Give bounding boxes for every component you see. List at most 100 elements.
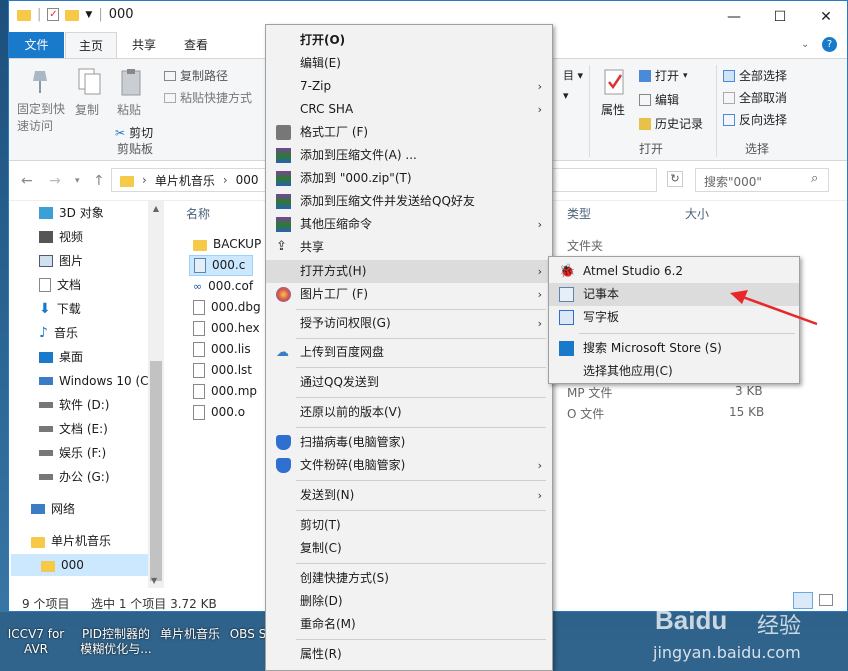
paste-button[interactable]: 粘贴 xyxy=(117,101,141,118)
submenu-item-choose-app[interactable]: 选择其他应用(C) xyxy=(549,360,799,383)
back-arrow-icon[interactable]: ← xyxy=(21,173,33,189)
list-item[interactable]: 000.lis xyxy=(193,339,251,360)
menu-item-other-compress[interactable]: 其他压缩命令 › xyxy=(266,213,552,236)
desktop-shortcut[interactable]: PID控制器的 模糊优化与... xyxy=(76,627,156,657)
forward-arrow-icon[interactable]: → xyxy=(49,173,61,189)
properties-check-icon[interactable]: ✓ xyxy=(47,8,60,21)
nav-item-downloads[interactable]: ⬇ 下载 xyxy=(39,298,81,320)
cut-button[interactable]: ✂ 剪切 xyxy=(115,124,153,141)
help-button[interactable]: ? xyxy=(822,37,837,52)
menu-item-cut[interactable]: 剪切(T) xyxy=(266,514,552,537)
select-all-button[interactable]: 全部选择 xyxy=(723,67,787,84)
nav-item-network[interactable]: 网络 xyxy=(31,498,75,520)
menu-item-format-factory[interactable]: 格式工厂 (F) xyxy=(266,121,552,144)
up-arrow-icon[interactable]: ↑ xyxy=(93,173,105,189)
submenu-item-atmel-studio[interactable]: 🐞 Atmel Studio 6.2 xyxy=(549,260,799,283)
column-header-size[interactable]: 大小 xyxy=(685,205,709,222)
paste-shortcut-button[interactable]: 粘贴快捷方式 xyxy=(164,89,252,106)
close-button[interactable]: ✕ xyxy=(803,1,847,32)
nav-item-documents[interactable]: 文档 xyxy=(39,274,81,296)
tab-file[interactable]: 文件 xyxy=(9,32,64,58)
menu-item-restore-versions[interactable]: 还原以前的版本(V) xyxy=(266,401,552,424)
desktop-shortcut[interactable]: OBS S xyxy=(228,627,268,642)
menu-item-open[interactable]: 打开(O) xyxy=(266,29,552,52)
menu-item-rename[interactable]: 重命名(M) xyxy=(266,613,552,636)
menu-item-picture-factory[interactable]: 图片工厂 (F) › xyxy=(266,283,552,306)
minimize-button[interactable]: — xyxy=(711,1,757,32)
tab-view[interactable]: 查看 xyxy=(184,32,208,58)
pin-quick-access-button[interactable]: 固定到快速访问 xyxy=(17,101,69,135)
maximize-button[interactable]: ☐ xyxy=(757,1,803,32)
column-header-type[interactable]: 类型 xyxy=(567,205,591,222)
nav-item-drive-g[interactable]: 办公 (G:) xyxy=(39,466,110,488)
menu-item-add-to-archive[interactable]: 添加到压缩文件(A) ... xyxy=(266,144,552,167)
menu-item-send-to[interactable]: 发送到(N) › xyxy=(266,484,552,507)
menu-item-shred-file[interactable]: 文件粉碎(电脑管家) › xyxy=(266,454,552,477)
recent-chevron-icon[interactable]: ▾ xyxy=(75,176,80,186)
history-button[interactable]: 历史记录 xyxy=(639,115,703,132)
menu-item-crc-sha[interactable]: CRC SHA › xyxy=(266,98,552,121)
submenu-item-store-search[interactable]: 搜索 Microsoft Store (S) xyxy=(549,337,799,360)
nav-item-music[interactable]: ♪ 音乐 xyxy=(39,322,78,344)
nav-item-videos[interactable]: 视频 xyxy=(39,226,83,248)
list-item[interactable]: ∞ 000.cof xyxy=(193,276,253,297)
scroll-up-icon[interactable]: ▲ xyxy=(148,204,164,213)
menu-item-send-via-qq[interactable]: 通过QQ发送到 xyxy=(266,371,552,394)
nav-item-desktop[interactable]: 桌面 xyxy=(39,346,83,368)
breadcrumb-item[interactable]: 000 xyxy=(236,173,259,187)
nav-item-drive-c[interactable]: Windows 10 (C xyxy=(39,370,149,392)
nav-item-drive-d[interactable]: 软件 (D:) xyxy=(39,394,109,416)
menu-item-share[interactable]: ⇪ 共享 xyxy=(266,236,552,259)
nav-scrollbar[interactable]: ▲ ▼ xyxy=(148,201,164,588)
list-item[interactable]: 000.dbg xyxy=(193,297,261,318)
copy-button[interactable]: 复制 xyxy=(75,101,99,118)
baidu-watermark: Baidu 经验 jingyan.baidu.com xyxy=(615,605,845,671)
menu-item-edit[interactable]: 编辑(E) xyxy=(266,52,552,75)
menu-item-open-with[interactable]: 打开方式(H) › xyxy=(266,260,552,283)
desktop-shortcut[interactable]: ICCV7 for AVR xyxy=(6,627,66,657)
search-icon: ⌕ xyxy=(811,171,819,186)
nav-item-folder-000[interactable]: 000 xyxy=(11,554,148,576)
easy-access-dropdown[interactable]: ▾ xyxy=(563,89,569,102)
select-none-button[interactable]: 全部取消 xyxy=(723,89,787,106)
menu-item-properties[interactable]: 属性(R) xyxy=(266,643,552,666)
list-item[interactable]: 000.o xyxy=(193,402,245,423)
menu-item-delete[interactable]: 删除(D) xyxy=(266,590,552,613)
nav-item-drive-e[interactable]: 文档 (E:) xyxy=(39,418,108,440)
properties-button[interactable]: 属性 xyxy=(601,101,625,118)
edit-button[interactable]: 编辑 xyxy=(639,91,679,108)
nav-item-drive-f[interactable]: 娱乐 (F:) xyxy=(39,442,106,464)
tab-home[interactable]: 主页 xyxy=(65,32,117,58)
list-item[interactable]: 000.mp xyxy=(193,381,257,402)
desktop-shortcut[interactable]: 单片机音乐 xyxy=(155,627,225,642)
collapse-ribbon-icon[interactable]: ⌄ xyxy=(801,39,809,50)
copy-path-button[interactable]: 复制路径 xyxy=(164,67,228,84)
refresh-icon[interactable]: ↻ xyxy=(667,171,683,187)
new-folder-icon[interactable] xyxy=(65,10,80,21)
nav-item-pictures[interactable]: 图片 xyxy=(39,250,83,272)
menu-item-7zip[interactable]: 7-Zip › xyxy=(266,75,552,98)
list-item[interactable]: 000.hex xyxy=(193,318,260,339)
new-item-dropdown[interactable]: 目 ▾ xyxy=(563,67,583,83)
menu-item-create-shortcut[interactable]: 创建快捷方式(S) xyxy=(266,567,552,590)
menu-item-copy[interactable]: 复制(C) xyxy=(266,537,552,560)
open-button[interactable]: 打开 ▾ xyxy=(639,67,688,84)
list-item[interactable]: BACKUP xyxy=(193,234,261,255)
invert-selection-button[interactable]: 反向选择 xyxy=(723,111,787,128)
nav-item-folder-music[interactable]: 单片机音乐 xyxy=(31,530,111,552)
list-item[interactable]: 000.lst xyxy=(193,360,252,381)
list-item-selected[interactable]: 000.c xyxy=(189,255,253,276)
tab-share[interactable]: 共享 xyxy=(132,32,156,58)
menu-item-archive-send-qq[interactable]: 添加到压缩文件并发送给QQ好友 xyxy=(266,190,552,213)
menu-item-grant-access[interactable]: 授予访问权限(G) › xyxy=(266,312,552,335)
breadcrumb-item[interactable]: 单片机音乐 xyxy=(155,172,215,189)
search-input[interactable]: 搜索"000" xyxy=(695,168,829,192)
menu-item-scan-virus[interactable]: 扫描病毒(电脑管家) xyxy=(266,431,552,454)
scroll-down-icon[interactable]: ▼ xyxy=(151,576,157,585)
menu-item-baidu-upload[interactable]: ☁ 上传到百度网盘 xyxy=(266,341,552,364)
scrollbar-thumb[interactable] xyxy=(150,361,162,581)
chevron-down-icon[interactable]: ▼ xyxy=(85,10,92,20)
nav-item-3d-objects[interactable]: 3D 对象 xyxy=(39,202,104,224)
column-header-name[interactable]: 名称 xyxy=(186,205,210,222)
menu-item-add-to-zip[interactable]: 添加到 "000.zip"(T) xyxy=(266,167,552,190)
